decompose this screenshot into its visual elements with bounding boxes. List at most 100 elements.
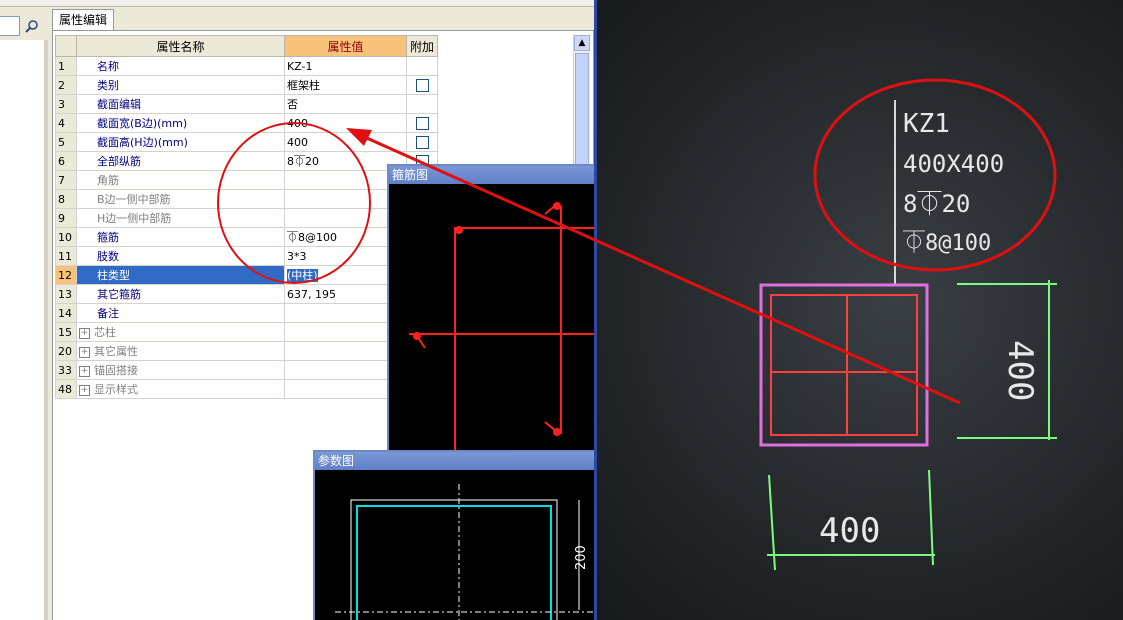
property-row[interactable]: 8 B边一侧中部筋 bbox=[55, 189, 438, 209]
scroll-thumb[interactable] bbox=[575, 53, 589, 173]
column-type-select[interactable]: (中柱) bbox=[287, 269, 318, 282]
left-panel: 属性编辑 属性名称 属性值 附加 1 名称 KZ-1 2 类别 框架柱 3 截面编辑否 4 截面宽… bbox=[0, 0, 597, 620]
expand-icon[interactable]: + bbox=[79, 346, 90, 358]
scroll-up-button[interactable]: ▲ bbox=[574, 35, 590, 51]
splitter[interactable] bbox=[44, 40, 48, 620]
stirrup-diagram-window[interactable]: 箍筋图 bbox=[387, 164, 597, 464]
tab-property-edit[interactable]: 属性编辑 bbox=[52, 9, 115, 30]
property-row[interactable]: 10 箍筋 ⏁8@100 bbox=[55, 227, 438, 247]
property-row[interactable]: 7 角筋 bbox=[55, 170, 438, 190]
append-checkbox[interactable] bbox=[415, 135, 429, 149]
row-number: 8 bbox=[55, 189, 77, 209]
property-value[interactable]: KZ-1 bbox=[284, 56, 407, 76]
rebar-dot bbox=[455, 226, 463, 234]
property-row[interactable]: 9 H边一侧中部筋 bbox=[55, 208, 438, 228]
dim-ext bbox=[928, 469, 934, 566]
row-number: 3 bbox=[55, 94, 77, 114]
property-name: + 锚固搭接 bbox=[76, 360, 285, 380]
property-name: 名称 bbox=[76, 56, 285, 76]
parameter-drawing: 200 bbox=[335, 484, 597, 620]
search-icon bbox=[25, 20, 38, 33]
toolbar bbox=[0, 0, 597, 7]
row-number: 11 bbox=[55, 246, 77, 266]
append-checkbox[interactable] bbox=[415, 78, 429, 92]
header-extra: 附加 bbox=[406, 35, 438, 57]
property-row[interactable]: 48 + 显示样式 bbox=[55, 379, 438, 399]
property-name: H边一侧中部筋 bbox=[76, 208, 285, 228]
property-value[interactable]: 400 bbox=[284, 113, 407, 133]
stirrup-hook bbox=[416, 335, 426, 349]
property-grid: 属性名称 属性值 附加 1 名称 KZ-1 2 类别 框架柱 3 截面编辑否 4 截面宽(B边)(… bbox=[55, 35, 438, 399]
expand-icon[interactable]: + bbox=[79, 365, 90, 377]
property-row[interactable]: 20 + 其它属性 bbox=[55, 341, 438, 361]
annotation-line-3: 8⏁20 bbox=[903, 190, 970, 218]
property-name: 肢数 bbox=[76, 246, 285, 266]
stirrup-outer bbox=[454, 227, 597, 462]
row-number: 7 bbox=[55, 170, 77, 190]
property-row[interactable]: 14 备注 bbox=[55, 303, 438, 323]
annotation-line-4: ⏁8@100 bbox=[903, 231, 991, 256]
row-number: 10 bbox=[55, 227, 77, 247]
property-row[interactable]: 1 名称 KZ-1 bbox=[55, 56, 438, 76]
property-name: 截面高(H边)(mm) bbox=[76, 132, 285, 152]
property-row[interactable]: 4 截面宽(B边)(mm) 400 bbox=[55, 113, 438, 133]
property-name: 备注 bbox=[76, 303, 285, 323]
dim-bottom-label: 400 bbox=[819, 511, 880, 551]
header-value: 属性值 bbox=[284, 35, 407, 57]
column-stirrup bbox=[770, 294, 918, 436]
row-number: 33 bbox=[55, 360, 77, 380]
extra-cell bbox=[406, 113, 438, 133]
property-name: + 显示样式 bbox=[76, 379, 285, 399]
annotation-line-2: 400X400 bbox=[903, 150, 1004, 178]
property-value[interactable]: 框架柱 bbox=[284, 75, 407, 95]
expand-icon[interactable]: + bbox=[79, 327, 90, 339]
group-label: 其它属性 bbox=[94, 345, 138, 358]
header-corner bbox=[55, 35, 77, 57]
group-label: 锚固搭接 bbox=[94, 364, 138, 377]
search-button[interactable] bbox=[22, 16, 42, 36]
row-number: 13 bbox=[55, 284, 77, 304]
extra-cell bbox=[406, 75, 438, 95]
property-row[interactable]: 5 截面高(H边)(mm) 400 bbox=[55, 132, 438, 152]
search-input[interactable] bbox=[0, 16, 20, 36]
property-row[interactable]: 12柱类型(中柱)⌄ bbox=[55, 265, 438, 285]
row-number: 9 bbox=[55, 208, 77, 228]
stirrup-window-title: 箍筋图 bbox=[389, 166, 597, 184]
property-name: 其它箍筋 bbox=[76, 284, 285, 304]
section-stirrup bbox=[356, 505, 552, 620]
expand-icon[interactable]: + bbox=[79, 384, 90, 396]
row-number: 48 bbox=[55, 379, 77, 399]
property-name: 类别 bbox=[76, 75, 285, 95]
property-name: 截面编辑 bbox=[76, 94, 285, 114]
property-value[interactable]: 否 bbox=[284, 94, 407, 114]
group-label: 芯柱 bbox=[94, 326, 116, 339]
extra-cell bbox=[406, 56, 438, 76]
component-tree[interactable] bbox=[0, 40, 45, 620]
row-number: 14 bbox=[55, 303, 77, 323]
property-row[interactable]: 11 肢数 3*3 bbox=[55, 246, 438, 266]
stirrup-hook bbox=[544, 421, 558, 433]
property-row[interactable]: 2 类别 框架柱 bbox=[55, 75, 438, 95]
extra-cell bbox=[406, 132, 438, 152]
property-row[interactable]: 33 + 锚固搭接 bbox=[55, 360, 438, 380]
stirrup-drawing bbox=[409, 202, 597, 462]
property-row[interactable]: 15 + 芯柱 bbox=[55, 322, 438, 342]
property-name: 截面宽(B边)(mm) bbox=[76, 113, 285, 133]
group-label: 显示样式 bbox=[94, 383, 138, 396]
property-name: 全部纵筋 bbox=[76, 151, 285, 171]
annotation-line-1: KZ1 bbox=[903, 109, 950, 139]
row-number: 1 bbox=[55, 56, 77, 76]
param-window-title: 参数图 bbox=[315, 452, 597, 470]
append-checkbox[interactable] bbox=[415, 116, 429, 130]
property-value[interactable]: 400 bbox=[284, 132, 407, 152]
property-name: + 其它属性 bbox=[76, 341, 285, 361]
parameter-diagram-window[interactable]: 参数图 200 bbox=[313, 450, 597, 620]
dim-right-label: 400 bbox=[1000, 340, 1040, 401]
extra-cell bbox=[406, 94, 438, 114]
column-outline bbox=[759, 283, 929, 447]
property-row[interactable]: 13 其它箍筋 637, 195 bbox=[55, 284, 438, 304]
property-row[interactable]: 3 截面编辑否 bbox=[55, 94, 438, 114]
property-name: 柱类型 bbox=[76, 265, 285, 285]
property-row[interactable]: 6 全部纵筋 8⏁20 bbox=[55, 151, 438, 171]
dim-label: 200 bbox=[574, 545, 589, 570]
